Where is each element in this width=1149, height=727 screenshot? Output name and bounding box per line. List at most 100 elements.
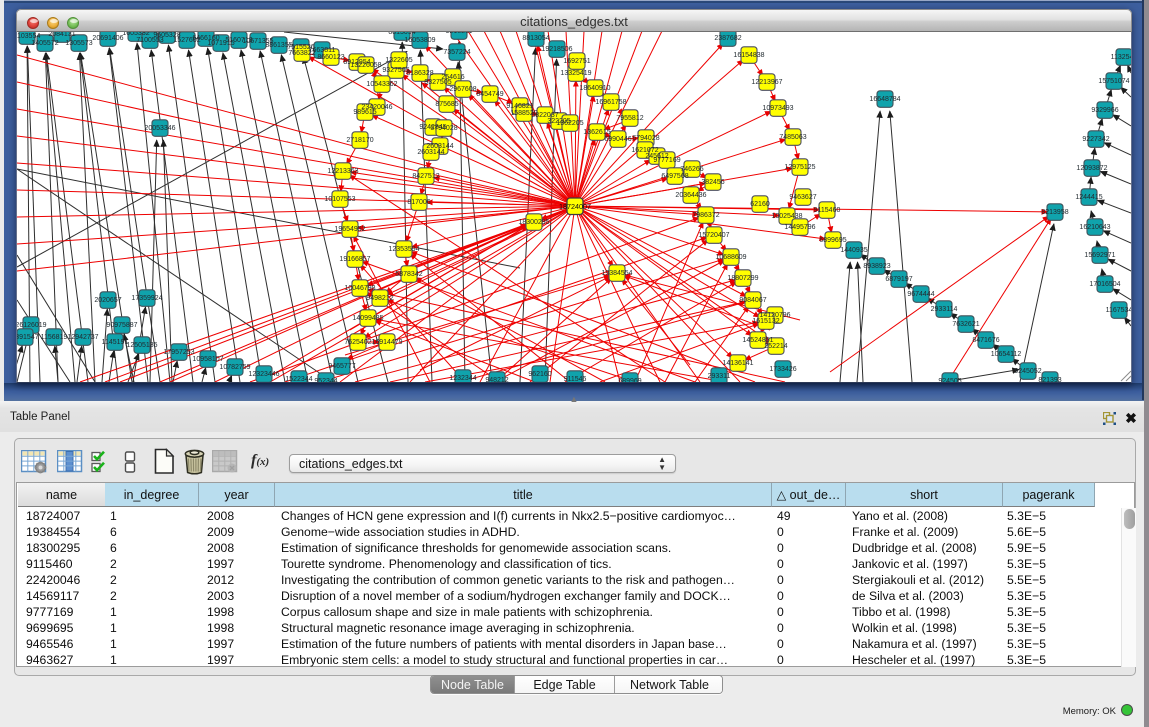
svg-text:18807299: 18807299 xyxy=(727,275,758,282)
svg-text:948212: 948212 xyxy=(485,377,508,382)
svg-text:9329966: 9329966 xyxy=(1091,107,1118,114)
svg-text:989615: 989615 xyxy=(353,109,376,116)
svg-text:16648784: 16648784 xyxy=(869,96,900,103)
svg-text:6899695: 6899695 xyxy=(819,237,846,244)
svg-text:13226058: 13226058 xyxy=(350,62,381,69)
svg-text:12505135: 12505135 xyxy=(126,342,157,349)
svg-text:9245052: 9245052 xyxy=(1014,368,1041,375)
svg-text:2603144: 2603144 xyxy=(417,149,444,156)
svg-text:12942737: 12942737 xyxy=(67,334,98,341)
svg-text:16914479: 16914479 xyxy=(371,339,402,346)
svg-text:8813054: 8813054 xyxy=(388,32,415,36)
svg-text:15751074: 15751074 xyxy=(1098,78,1129,85)
svg-text:2718170: 2718170 xyxy=(346,137,373,144)
svg-text:9146821: 9146821 xyxy=(506,103,533,110)
svg-text:2020657: 2020657 xyxy=(94,297,121,304)
svg-text:1440935: 1440935 xyxy=(840,247,867,254)
svg-text:2933114: 2933114 xyxy=(931,306,958,313)
svg-text:1733426: 1733426 xyxy=(769,366,796,373)
svg-text:689969: 689969 xyxy=(618,378,641,382)
svg-text:6879197: 6879197 xyxy=(885,276,912,283)
svg-text:18640910: 18640910 xyxy=(579,85,610,92)
svg-text:293311: 293311 xyxy=(708,373,731,380)
svg-text:2084131: 2084131 xyxy=(48,32,75,38)
svg-text:7625402: 7625402 xyxy=(344,339,371,346)
svg-text:16053809: 16053809 xyxy=(404,37,435,44)
svg-text:8660123: 8660123 xyxy=(317,54,344,61)
svg-text:1362205: 1362205 xyxy=(556,120,583,127)
svg-text:12323446: 12323446 xyxy=(248,371,279,378)
svg-text:8938923: 8938923 xyxy=(863,263,890,270)
svg-text:12975125: 12975125 xyxy=(784,164,815,171)
svg-text:17016504: 17016504 xyxy=(1089,281,1120,288)
svg-text:5878342: 5878342 xyxy=(395,271,422,278)
svg-text:9115460: 9115460 xyxy=(814,207,841,214)
svg-text:8813054: 8813054 xyxy=(522,35,549,42)
svg-text:1145191: 1145191 xyxy=(102,339,129,346)
svg-text:252214: 252214 xyxy=(764,343,787,350)
svg-text:12213967: 12213967 xyxy=(751,79,782,86)
svg-text:16210643: 16210643 xyxy=(1079,224,1110,231)
svg-text:1322605: 1322605 xyxy=(385,57,412,64)
svg-text:746266: 746266 xyxy=(680,166,703,173)
svg-text:5794028: 5794028 xyxy=(430,125,457,132)
svg-text:10688609: 10688609 xyxy=(715,254,746,261)
svg-text:10958107: 10958107 xyxy=(192,356,223,363)
svg-text:1362615: 1362615 xyxy=(583,129,610,136)
svg-text:1232344: 1232344 xyxy=(449,375,476,382)
svg-text:9498212: 9498212 xyxy=(366,295,393,302)
svg-text:9674444: 9674444 xyxy=(907,291,934,298)
svg-text:7663822: 7663822 xyxy=(288,50,315,57)
svg-text:17359924: 17359924 xyxy=(131,295,162,302)
svg-text:2967608: 2967608 xyxy=(449,86,476,93)
svg-text:10654112: 10654112 xyxy=(991,351,1022,358)
svg-text:924505: 924505 xyxy=(938,378,961,382)
svg-text:19166857: 19166857 xyxy=(339,256,370,263)
svg-text:875685: 875685 xyxy=(435,101,458,108)
svg-text:16154838: 16154838 xyxy=(733,52,764,59)
svg-text:8471676: 8471676 xyxy=(972,337,999,344)
svg-text:14495796: 14495796 xyxy=(784,224,815,231)
svg-text:1132549: 1132549 xyxy=(1111,54,1131,61)
svg-text:1692751: 1692751 xyxy=(563,58,590,65)
svg-text:9465777: 9465777 xyxy=(328,363,355,370)
svg-text:382456: 382456 xyxy=(701,179,724,186)
svg-text:1305573: 1305573 xyxy=(65,40,92,47)
svg-text:6794028: 6794028 xyxy=(632,135,659,142)
svg-text:7986372: 7986372 xyxy=(692,212,719,219)
svg-text:9777169: 9777169 xyxy=(653,157,680,164)
svg-text:10782759: 10782759 xyxy=(219,364,250,371)
svg-text:20691406: 20691406 xyxy=(92,35,123,42)
svg-text:62160: 62160 xyxy=(750,201,770,208)
svg-text:17957253: 17957253 xyxy=(163,349,194,356)
svg-text:6990446: 6990446 xyxy=(604,136,631,143)
svg-text:9084067: 9084067 xyxy=(739,297,766,304)
svg-text:9218211: 9218211 xyxy=(446,32,473,35)
svg-text:15692971: 15692971 xyxy=(1084,252,1115,259)
svg-text:8454749: 8454749 xyxy=(476,91,503,98)
svg-text:19218506: 19218506 xyxy=(541,46,572,53)
svg-text:1405572: 1405572 xyxy=(31,40,58,47)
svg-text:6497568: 6497568 xyxy=(661,173,688,180)
svg-text:12093872: 12093872 xyxy=(1076,165,1107,172)
svg-text:7632621: 7632621 xyxy=(952,321,979,328)
svg-text:20053346: 20053346 xyxy=(144,125,175,132)
svg-text:12353594: 12353594 xyxy=(388,246,419,253)
svg-text:26126019: 26126019 xyxy=(17,322,47,329)
svg-text:15720407: 15720407 xyxy=(698,232,729,239)
svg-text:962160: 962160 xyxy=(528,371,551,378)
svg-text:1615132: 1615132 xyxy=(752,318,779,325)
svg-text:12213363: 12213363 xyxy=(327,168,358,175)
svg-text:8427512: 8427512 xyxy=(412,173,439,180)
svg-text:7955812: 7955812 xyxy=(616,115,643,122)
svg-text:90975887: 90975887 xyxy=(106,322,137,329)
svg-text:9463627: 9463627 xyxy=(789,194,816,201)
svg-text:14136141: 14136141 xyxy=(722,360,753,367)
svg-text:10046798: 10046798 xyxy=(344,285,375,292)
svg-text:18724007: 18724007 xyxy=(559,202,591,211)
svg-text:20364436: 20364436 xyxy=(675,192,706,199)
svg-text:1156819: 1156819 xyxy=(41,334,68,341)
svg-text:8186328: 8186328 xyxy=(406,70,433,77)
svg-text:911546: 911546 xyxy=(564,376,587,382)
svg-text:18300295: 18300295 xyxy=(518,219,549,226)
